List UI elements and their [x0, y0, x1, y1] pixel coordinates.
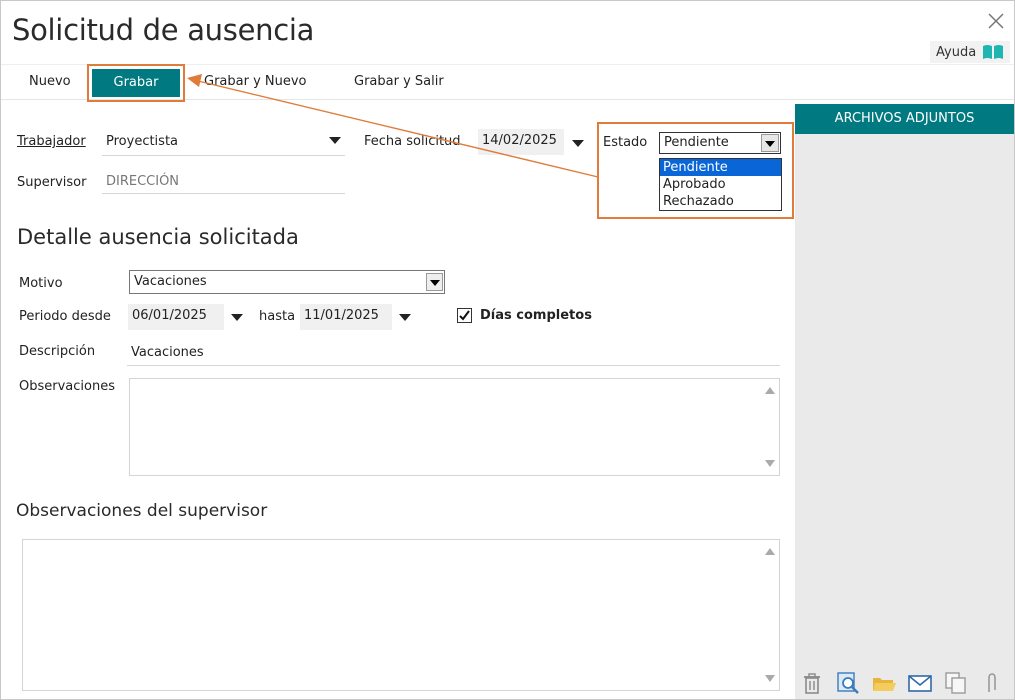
status-select[interactable]: Pendiente	[659, 132, 781, 154]
book-icon	[983, 45, 1004, 59]
attachments-panel: ARCHIVOS ADJUNTOS	[795, 104, 1014, 699]
supervisor-notes-scrollbar[interactable]	[761, 540, 779, 690]
status-option-pending[interactable]: Pendiente	[660, 159, 781, 176]
scroll-down-icon[interactable]	[765, 460, 775, 467]
supervisor-notes-title: Observaciones del supervisor	[16, 501, 268, 521]
worker-dropdown-arrow[interactable]	[329, 137, 341, 144]
period-from-label: Periodo desde	[19, 309, 111, 324]
reason-selected-value: Vacaciones	[134, 274, 207, 289]
full-days-label: Días completos	[480, 308, 592, 323]
supervisor-value: DIRECCIÓN	[106, 174, 180, 189]
observations-label: Observaciones	[19, 379, 115, 394]
observations-scrollbar[interactable]	[761, 379, 779, 475]
status-options-list: Pendiente Aprobado Rechazado	[659, 158, 782, 211]
supervisor-notes-textarea[interactable]	[22, 539, 780, 691]
reason-label: Motivo	[19, 276, 63, 291]
toolbar: Nuevo Grabar Grabar y Nuevo Grabar y Sal…	[1, 64, 1014, 102]
period-from-dropdown-arrow[interactable]	[231, 314, 243, 321]
help-label: Ayuda	[936, 44, 977, 60]
status-option-rejected[interactable]: Rechazado	[660, 193, 781, 210]
status-selected-value: Pendiente	[664, 135, 729, 150]
scroll-up-icon[interactable]	[765, 548, 775, 555]
new-button[interactable]: Nuevo	[29, 65, 71, 99]
detail-section-title: Detalle ausencia solicitada	[17, 225, 299, 249]
description-value[interactable]: Vacaciones	[131, 345, 204, 360]
description-underline	[127, 365, 780, 366]
attachments-toolbar	[799, 670, 1005, 696]
copy-icon[interactable]	[943, 670, 969, 696]
scroll-down-icon[interactable]	[765, 675, 775, 682]
supervisor-label: Supervisor	[17, 175, 87, 190]
period-to-label: hasta	[259, 309, 296, 324]
request-date-dropdown-arrow[interactable]	[572, 140, 584, 147]
attachment-icon[interactable]	[979, 670, 1005, 696]
period-to-dropdown-arrow[interactable]	[399, 314, 411, 321]
full-days-checkbox[interactable]	[457, 308, 472, 323]
save-button-highlight: Grabar	[87, 64, 185, 102]
help-button[interactable]: Ayuda	[930, 41, 1010, 63]
period-from-input[interactable]: 06/01/2025	[128, 304, 224, 330]
supervisor-underline	[102, 193, 345, 194]
request-date-input[interactable]: 14/02/2025	[478, 129, 564, 155]
worker-value[interactable]: Proyectista	[106, 134, 178, 149]
reason-select[interactable]: Vacaciones	[129, 270, 445, 294]
status-option-approved[interactable]: Aprobado	[660, 176, 781, 193]
scroll-up-icon[interactable]	[765, 387, 775, 394]
status-label: Estado	[603, 135, 648, 150]
folder-open-icon[interactable]	[871, 670, 897, 696]
worker-label[interactable]: Trabajador	[17, 134, 86, 149]
save-and-exit-button[interactable]: Grabar y Salir	[354, 65, 444, 99]
mail-icon[interactable]	[907, 670, 933, 696]
period-to-input[interactable]: 11/01/2025	[300, 304, 392, 330]
trash-icon[interactable]	[799, 670, 825, 696]
search-document-icon[interactable]	[835, 670, 861, 696]
window-title: Solicitud de ausencia	[12, 13, 315, 47]
request-date-label: Fecha solicitud	[364, 134, 461, 149]
save-and-new-button[interactable]: Grabar y Nuevo	[204, 65, 307, 99]
save-button[interactable]: Grabar	[92, 69, 180, 97]
close-icon[interactable]	[985, 10, 1007, 32]
status-dropdown-arrow[interactable]	[761, 134, 779, 152]
absence-request-window: Solicitud de ausencia Ayuda Nuevo Grabar…	[0, 0, 1015, 700]
reason-dropdown-arrow[interactable]	[426, 273, 443, 291]
observations-textarea[interactable]	[129, 378, 780, 476]
worker-underline	[102, 155, 345, 156]
description-label: Descripción	[19, 344, 96, 359]
attachments-header: ARCHIVOS ADJUNTOS	[795, 104, 1014, 134]
